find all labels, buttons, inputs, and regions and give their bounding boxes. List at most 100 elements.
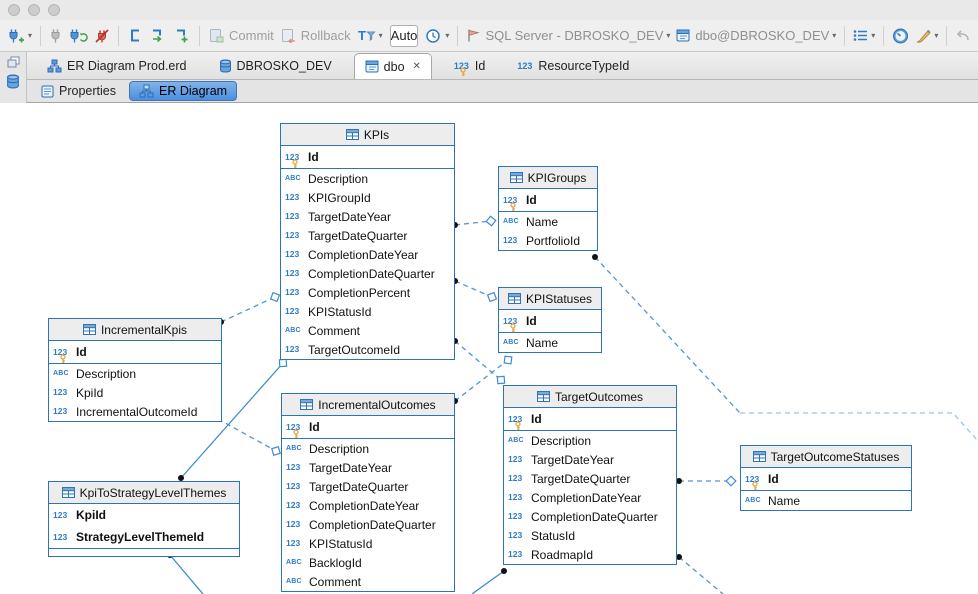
relation-line[interactable] (679, 557, 723, 594)
column-Comment[interactable]: ABCComment (282, 572, 454, 591)
column-TargetDateYear[interactable]: 123TargetDateYear (282, 458, 454, 477)
relation-line[interactable] (170, 555, 203, 594)
integer-type-icon: 123 (53, 533, 73, 542)
entity-title[interactable]: IncrementalKpis (49, 319, 221, 341)
column-IncrementalOutcomeId[interactable]: 123IncrementalOutcomeId (49, 402, 221, 421)
transaction-commit-button[interactable] (146, 26, 170, 45)
entity-title[interactable]: KpiToStrategyLevelThemes (49, 482, 239, 504)
column-Comment[interactable]: ABCComment (281, 321, 454, 340)
entity-IncrementalKpis[interactable]: IncrementalKpis123IdABCDescription123Kpi… (48, 318, 222, 422)
transaction-add-button[interactable] (170, 26, 194, 45)
entity-KpiToStrategyLevelThemes[interactable]: KpiToStrategyLevelThemes123KpiId123Strat… (48, 481, 240, 557)
relation-line[interactable] (218, 419, 276, 451)
tab-id[interactable]: 123 Id (438, 52, 501, 79)
reconnect-button[interactable] (66, 26, 91, 46)
rollback-button[interactable]: Rollback (277, 26, 354, 45)
transaction-block-button[interactable] (124, 26, 146, 45)
undo-button[interactable] (952, 27, 974, 45)
relation-line[interactable] (740, 413, 978, 441)
entity-KPIs[interactable]: KPIs123IdABCDescription123KPIGroupId123T… (280, 123, 455, 360)
column-PortfolioId[interactable]: 123PortfolioId (499, 231, 597, 250)
relation-line[interactable] (455, 281, 492, 297)
close-icon[interactable]: ✕ (413, 61, 421, 72)
column-KpiId[interactable]: 123KpiId (49, 504, 239, 526)
column-CompletionDateYear[interactable]: 123CompletionDateYear (281, 245, 454, 264)
column-KPIGroupId[interactable]: 123KPIGroupId (281, 188, 454, 207)
column-Description[interactable]: ABCDescription (281, 169, 454, 188)
entity-title[interactable]: KPIs (281, 124, 454, 146)
column-Id[interactable]: 123Id (281, 146, 454, 168)
zoom-window-button[interactable] (48, 4, 60, 16)
tab-properties[interactable]: Properties (32, 82, 125, 100)
column-Id[interactable]: 123Id (741, 468, 911, 490)
column-TargetDateQuarter[interactable]: 123TargetDateQuarter (504, 469, 676, 488)
tab-label: ER Diagram Prod.erd (67, 59, 187, 73)
column-Description[interactable]: ABCDescription (504, 431, 676, 450)
relation-line[interactable] (221, 297, 275, 322)
column-Id[interactable]: 123Id (282, 416, 454, 438)
er-canvas[interactable]: KPIs123IdABCDescription123KPIGroupId123T… (0, 103, 978, 594)
column-StrategyLevelThemeId[interactable]: 123StrategyLevelThemeId (49, 526, 239, 548)
column-Id[interactable]: 123Id (504, 408, 676, 430)
entity-TargetOutcomeStatuses[interactable]: TargetOutcomeStatuses123IdABCName (740, 445, 912, 511)
column-KPIStatusId[interactable]: 123KPIStatusId (281, 302, 454, 321)
new-connection-button[interactable]: ▾ (4, 26, 35, 46)
column-CompletionDateYear[interactable]: 123CompletionDateYear (504, 488, 676, 507)
minimize-window-button[interactable] (28, 4, 40, 16)
tab-resourcetypeid[interactable]: 123 ResourceTypeId (501, 52, 645, 79)
column-TargetDateQuarter[interactable]: 123TargetDateQuarter (281, 226, 454, 245)
column-KPIStatusId[interactable]: 123KPIStatusId (282, 534, 454, 553)
restore-panel-icon[interactable] (7, 56, 20, 68)
entity-KPIStatuses[interactable]: KPIStatuses123IdABCName (498, 287, 602, 353)
column-KpiId[interactable]: 123KpiId (49, 383, 221, 402)
column-CompletionPercent[interactable]: 123CompletionPercent (281, 283, 454, 302)
column-RoadmapId[interactable]: 123RoadmapId (504, 545, 676, 564)
column-TargetDateYear[interactable]: 123TargetDateYear (281, 207, 454, 226)
column-CompletionDateYear[interactable]: 123CompletionDateYear (282, 496, 454, 515)
column-Description[interactable]: ABCDescription (49, 364, 221, 383)
tx-mode-combo[interactable]: Auto (390, 25, 419, 47)
entity-TargetOutcomes[interactable]: TargetOutcomes123IdABCDescription123Targ… (503, 385, 677, 565)
entity-title[interactable]: TargetOutcomes (504, 386, 676, 408)
database-navigator-icon[interactable] (6, 74, 20, 89)
column-Id[interactable]: 123Id (499, 310, 601, 332)
column-Description[interactable]: ABCDescription (282, 439, 454, 458)
column-Name[interactable]: ABCName (499, 212, 597, 231)
entity-title[interactable]: KPIStatuses (499, 288, 601, 310)
column-StatusId[interactable]: 123StatusId (504, 526, 676, 545)
column-Id[interactable]: 123Id (49, 341, 221, 363)
entity-title[interactable]: TargetOutcomeStatuses (741, 446, 911, 468)
connect-button[interactable] (46, 26, 66, 46)
relation-line[interactable] (472, 571, 504, 594)
column-Name[interactable]: ABCName (741, 491, 911, 510)
column-CompletionDateQuarter[interactable]: 123CompletionDateQuarter (504, 507, 676, 526)
column-TargetDateQuarter[interactable]: 123TargetDateQuarter (282, 477, 454, 496)
app-window: ▾ Commit Rollback T (0, 0, 978, 594)
query-history-button[interactable]: ▾ (422, 26, 452, 46)
column-BacklogId[interactable]: ABCBacklogId (282, 553, 454, 572)
tab-dbrosko-dev[interactable]: DBROSKO_DEV (203, 52, 348, 79)
close-window-button[interactable] (8, 4, 20, 16)
transaction-log-button[interactable]: T ▾ (354, 26, 386, 45)
entity-title[interactable]: IncrementalOutcomes (282, 394, 454, 416)
column-Name[interactable]: ABCName (499, 333, 601, 352)
tab-er-diagram[interactable]: ER Diagram (129, 81, 237, 101)
column-CompletionDateQuarter[interactable]: 123CompletionDateQuarter (281, 264, 454, 283)
tab-er-diagram-prod[interactable]: ER Diagram Prod.erd (31, 52, 203, 79)
dashboard-button[interactable] (889, 26, 912, 46)
column-CompletionDateQuarter[interactable]: 123CompletionDateQuarter (282, 515, 454, 534)
disconnect-button[interactable] (91, 26, 113, 46)
schema-selector[interactable]: dbo@DBROSKO_DEV ▾ (673, 26, 839, 45)
column-TargetOutcomeId[interactable]: 123TargetOutcomeId (281, 340, 454, 359)
commit-button[interactable]: Commit (205, 26, 277, 45)
relation-line[interactable] (455, 341, 501, 380)
entity-KPIGroups[interactable]: KPIGroups123IdABCName123PortfolioId (498, 166, 598, 251)
entity-title[interactable]: KPIGroups (499, 167, 597, 189)
tab-dbo[interactable]: dbo ✕ (354, 53, 432, 79)
column-Id[interactable]: 123Id (499, 189, 597, 211)
connection-selector[interactable]: SQL Server - DBROSKO_DEV ▾ (463, 26, 673, 45)
entity-IncrementalOutcomes[interactable]: IncrementalOutcomes123IdABCDescription12… (281, 393, 455, 592)
column-TargetDateYear[interactable]: 123TargetDateYear (504, 450, 676, 469)
view-options-button[interactable]: ▾ (850, 27, 878, 44)
format-button[interactable]: ▾ (912, 26, 941, 46)
